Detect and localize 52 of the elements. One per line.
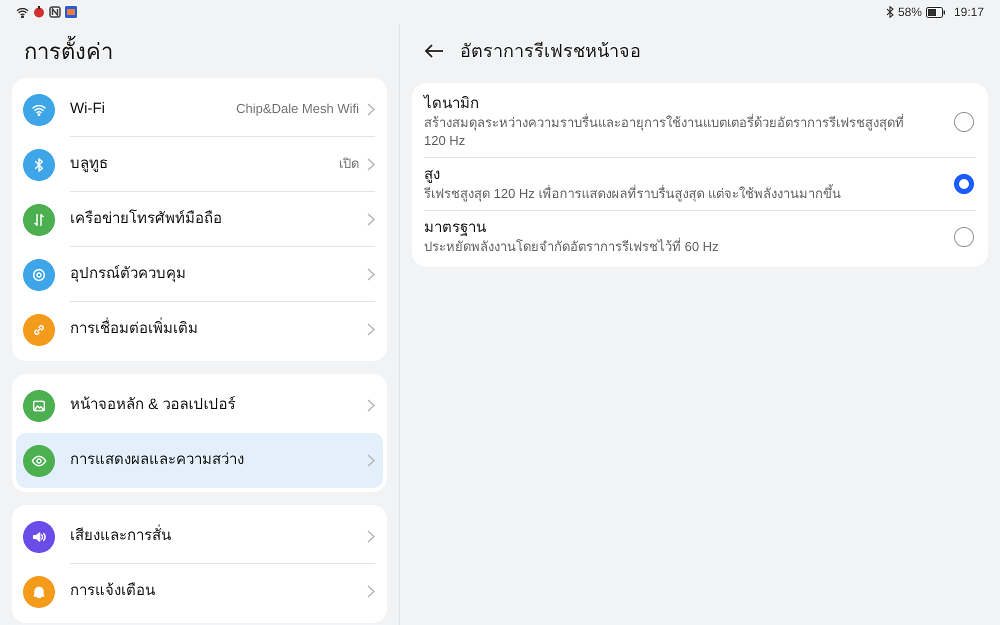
item-label: การแสดงผลและความสว่าง [70,450,245,470]
item-value: Chip&Dale Mesh Wifi [236,100,359,118]
chevron-icon [367,102,375,116]
chevron-icon [367,454,375,467]
app-icon [33,6,45,18]
chevron-icon [367,268,375,280]
item-label: อุปกรณ์ตัวควบคุม [70,264,187,284]
settings-item[interactable]: การแจ้งเตือน [16,564,383,619]
item-label: การแจ้งเตือน [70,581,156,602]
item-label: Wi-Fi [70,98,106,119]
settings-item[interactable]: หน้าจอหลัก & วอลเปเปอร์ [16,378,383,433]
nfc-icon [49,6,61,18]
settings-item[interactable]: Wi-Fi Chip&Dale Mesh Wifi [16,82,383,137]
option-description: รีเฟรชสูงสุด 120 Hz เพื่อการแสดงผลที่ราบรื่นสูงสุด แต่จะใช้พลังงานมากขึ้น [424,185,842,203]
option-description: ประหยัดพลังงานโดยจำกัดอัตราการรีเฟรชไว้ที่ 60 Hz [424,238,720,256]
option-title: มาตรฐาน [424,218,487,238]
settings-item[interactable]: การแสดงผลและความสว่าง [16,433,383,488]
item-label: บลูทูธ [70,154,109,174]
settings-item[interactable]: บลูทูธ เปิด [16,137,383,192]
page-title: การตั้งค่า [12,24,387,78]
item-value: เปิด [339,155,359,174]
bluetooth-status-icon [886,6,894,18]
app-icon [65,6,77,18]
detail-title: อัตราการรีเฟรชหน้าจอ [460,40,641,62]
chevron-icon [367,158,375,170]
option-description: สร้างสมดุลระหว่างความราบรื่นและอายุการใช้งานแบตเตอรี่ด้วยอัตราการรีเฟรชสูงสุดที่ 120 Hz [424,114,905,150]
back-arrow-icon[interactable] [424,43,444,59]
clock: 19:17 [954,4,984,21]
battery-icon [926,6,946,18]
battery-percent: 58% [898,4,922,21]
settings-item[interactable]: เสียงและการสั่น [16,509,383,564]
refresh-option[interactable]: ไดนามิก สร้างสมดุลระหว่างความราบรื่นและอายุการใช้งานแบตเตอรี่ด้วยอัตราการรีเฟรชสูงสุดที่ 120 Hz [424,87,976,158]
chevron-icon [367,323,375,336]
option-title: สูง [424,165,441,185]
settings-item[interactable]: การเชื่อมต่อเพิ่มเติม [16,302,383,357]
option-title: ไดนามิก [424,94,480,114]
settings-item[interactable]: อุปกรณ์ตัวควบคุม [16,247,383,302]
settings-item[interactable]: เครือข่ายโทรศัพท์มือถือ [16,192,383,247]
item-label: การเชื่อมต่อเพิ่มเติม [70,318,367,341]
refresh-option[interactable]: มาตรฐาน ประหยัดพลังงานโดยจำกัดอัตราการรีเฟรชไว้ที่ 60 Hz [424,211,976,263]
item-label: เสียงและการสั่น [70,524,172,546]
radio-button[interactable] [954,227,974,247]
radio-button[interactable] [954,112,974,132]
refresh-option[interactable]: สูง รีเฟรชสูงสุด 120 Hz เพื่อการแสดงผลที่ราบรื่นสูงสุด แต่จะใช้พลังงานมากขึ้น [424,158,976,211]
radio-button[interactable] [954,174,974,194]
wifi-status-icon [16,6,29,18]
item-label: เครือข่ายโทรศัพท์มือถือ [70,208,223,229]
chevron-icon [367,399,375,412]
item-label: หน้าจอหลัก & วอลเปเปอร์ [70,395,236,416]
chevron-icon [367,585,375,598]
chevron-icon [367,212,375,226]
chevron-icon [367,530,375,542]
